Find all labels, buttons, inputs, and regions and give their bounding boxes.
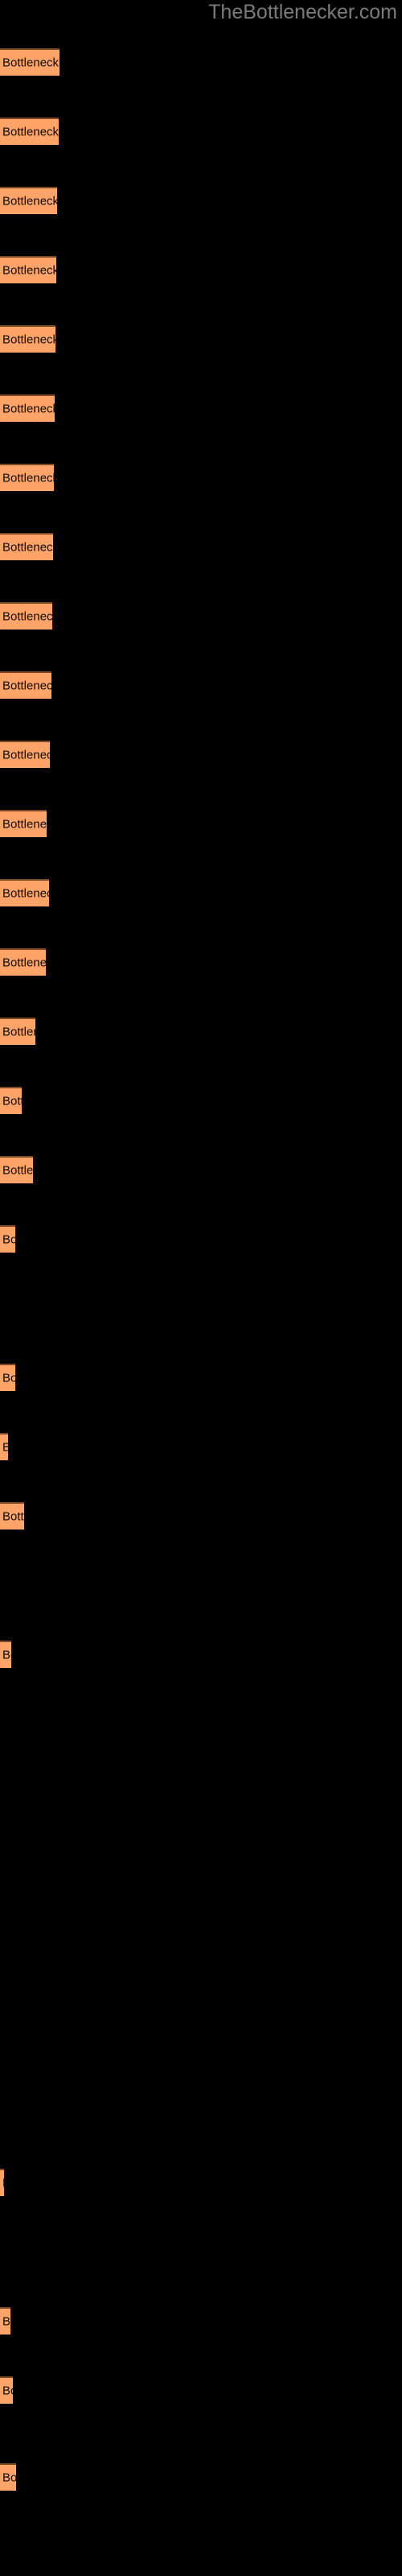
chart-row: Bottleneck result (0, 1433, 402, 1460)
bar[interactable]: Bottleneck result (0, 741, 50, 768)
bar[interactable]: Bottleneck result (0, 2307, 10, 2334)
bar-label: Bottleneck result (2, 56, 59, 70)
bar-label: Bottleneck result (2, 956, 46, 970)
chart-row: Bottleneck result (0, 2463, 402, 2491)
bar[interactable]: Bottleneck result (0, 325, 55, 353)
bar-label: Bottleneck result (2, 748, 50, 762)
chart-row: Bottleneck result (0, 256, 402, 283)
bar[interactable]: Bottleneck result (0, 1433, 8, 1460)
bar-label: Bottleneck result (2, 609, 52, 624)
bar[interactable]: Bottleneck result (0, 1641, 11, 1668)
chart-row: Bottleneck result (0, 810, 402, 837)
chart-row: Bottleneck result (0, 1087, 402, 1114)
bar-label: Bottleneck result (2, 1509, 24, 1524)
bar-label: Bottleneck result (2, 1094, 22, 1108)
bar[interactable]: Bottleneck result (0, 2169, 4, 2196)
bar[interactable]: Bottleneck result (0, 948, 46, 976)
chart-row: Bottleneck result (0, 2169, 402, 2196)
bar-label: Bottleneck result (2, 2177, 4, 2190)
chart-row: Bottleneck result (0, 741, 402, 768)
bar-label: Bottleneck result (2, 471, 54, 485)
chart-row: Bottleneck result (0, 2307, 402, 2334)
chart-row: Bottleneck result (0, 2376, 402, 2404)
chart-row: Bottleneck result (0, 879, 402, 906)
bar-label: Bottleneck result (2, 332, 55, 347)
chart-row: Bottleneck result (0, 48, 402, 76)
bar[interactable]: Bottleneck result (0, 533, 53, 560)
bar[interactable]: Bottleneck result (0, 1225, 15, 1253)
bottleneck-bar-chart: Bottleneck result Bottleneck result Bottle… (0, 0, 402, 2576)
bar[interactable]: Bottleneck result (0, 602, 52, 630)
chart-row: Bottleneck result (0, 1225, 402, 1253)
bar[interactable]: Bottleneck result (0, 879, 49, 906)
chart-row: Bottleneck result (0, 464, 402, 491)
chart-row: Bottleneck result (0, 394, 402, 422)
bar[interactable]: Bottleneck result (0, 256, 56, 283)
chart-row: Bottleneck result (0, 1156, 402, 1183)
chart-row: Bottleneck result (0, 948, 402, 976)
chart-row: Bottleneck result (0, 533, 402, 560)
bar[interactable]: Bottleneck result (0, 1364, 15, 1391)
bar[interactable]: Bottleneck result (0, 1156, 33, 1183)
chart-row: Bottleneck result (0, 1641, 402, 1668)
bar-label: Bottleneck result (2, 263, 56, 278)
chart-row: Bottleneck result (0, 118, 402, 145)
bar-label: Bottleneck result (2, 1163, 33, 1178)
bar-label: Bottleneck result (2, 1371, 15, 1385)
bar[interactable]: Bottleneck result (0, 2463, 16, 2491)
bar-label: Bottleneck result (2, 1648, 11, 1662)
bar[interactable]: Bottleneck result (0, 1087, 22, 1114)
bar-label: Bottleneck result (2, 2314, 10, 2329)
chart-row: Bottleneck result (0, 1364, 402, 1391)
bar-label: Bottleneck result (2, 2471, 16, 2485)
bar-label: Bottleneck result (2, 886, 49, 901)
bar[interactable]: Bottleneck result (0, 394, 55, 422)
bar-label: Bottleneck result (2, 679, 51, 693)
bar[interactable]: Bottleneck result (0, 464, 54, 491)
chart-row: Bottleneck result (0, 187, 402, 214)
bar-label: Bottleneck result (2, 2384, 13, 2398)
bar[interactable]: Bottleneck result (0, 671, 51, 699)
bar[interactable]: Bottleneck result (0, 810, 47, 837)
bar-label: Bottleneck result (2, 402, 55, 416)
bar-label: Bottleneck result (2, 817, 47, 832)
bar[interactable]: Bottleneck result (0, 187, 57, 214)
chart-row: Bottleneck result (0, 1502, 402, 1530)
chart-row: Bottleneck result (0, 325, 402, 353)
bar[interactable]: Bottleneck result (0, 48, 59, 76)
bar[interactable]: Bottleneck result (0, 118, 59, 145)
bar-label: Bottleneck result (2, 1025, 35, 1039)
bar[interactable]: Bottleneck result (0, 1502, 24, 1530)
chart-row: Bottleneck result (0, 671, 402, 699)
bar[interactable]: Bottleneck result (0, 2376, 13, 2404)
chart-row: Bottleneck result (0, 602, 402, 630)
chart-row: Bottleneck result (0, 1018, 402, 1045)
bar-label: Bottleneck result (2, 194, 57, 208)
bar-label: Bottleneck result (2, 1441, 8, 1455)
bar[interactable]: Bottleneck result (0, 1018, 35, 1045)
bar-label: Bottleneck result (2, 1232, 15, 1247)
bar-label: Bottleneck result (2, 125, 59, 139)
screenshot-root: TheBottlenecker.com Bottleneck resultBot… (0, 0, 402, 2576)
bar-label: Bottleneck result (2, 540, 53, 555)
